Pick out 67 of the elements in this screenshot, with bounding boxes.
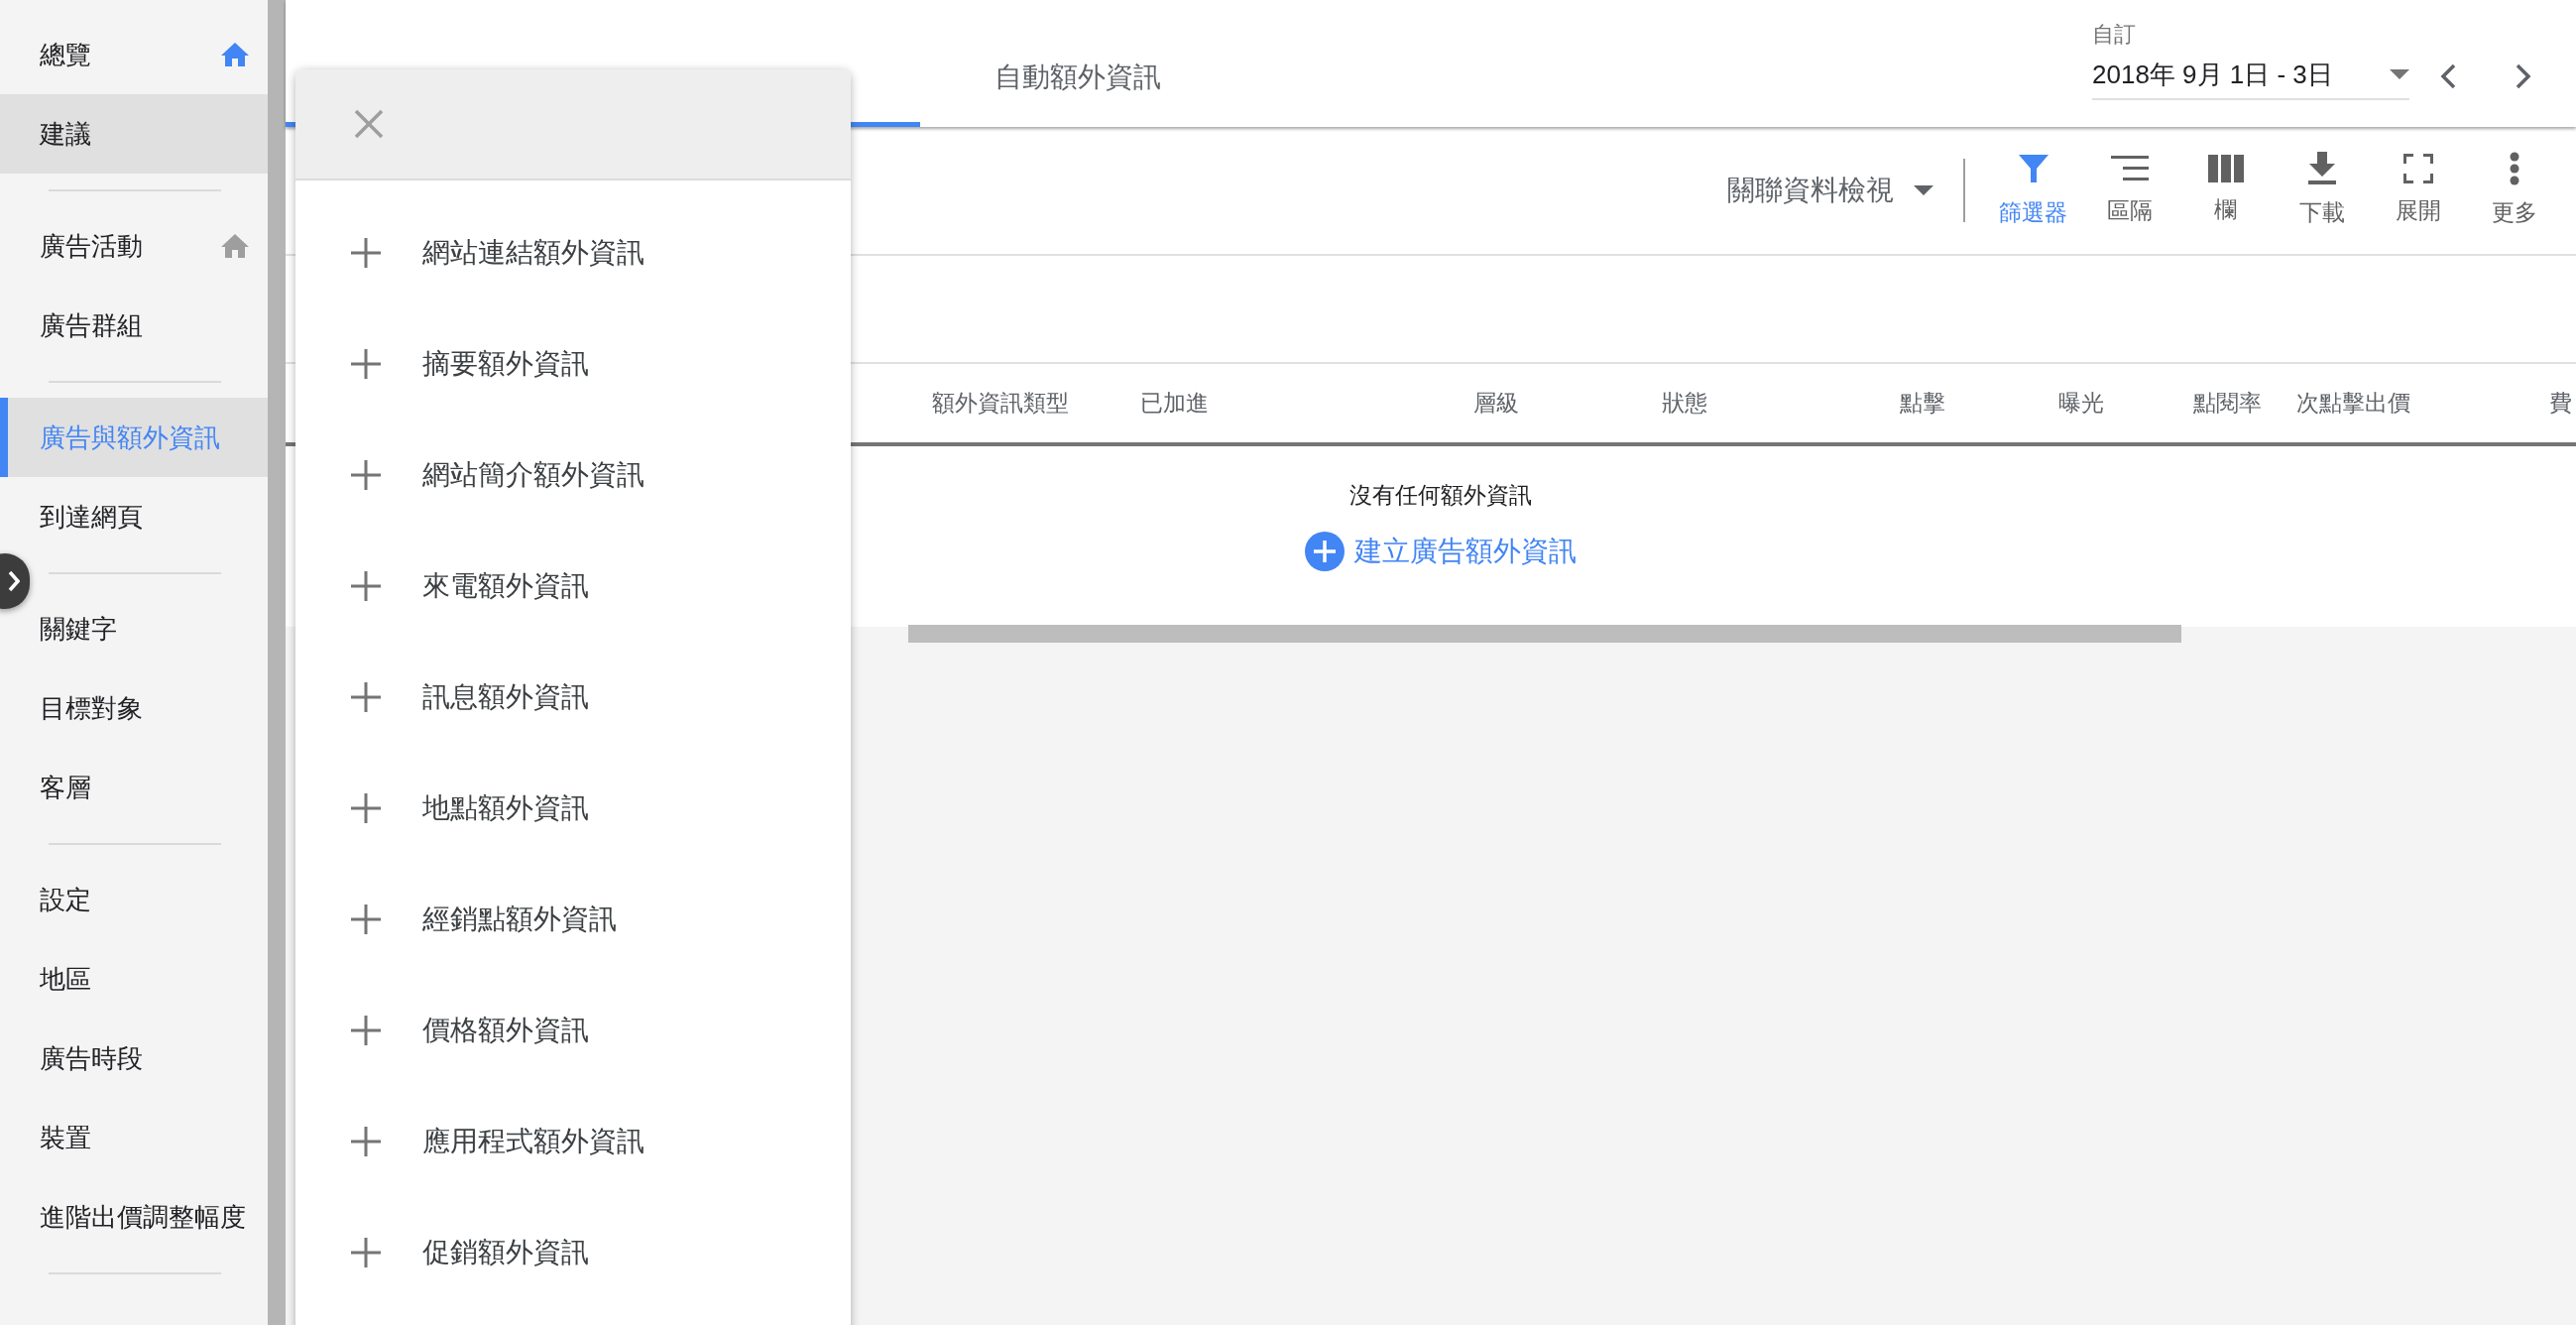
view-selector[interactable]: 關聯資料檢視 xyxy=(1727,170,1933,211)
menu-item[interactable]: 訊息額外資訊 xyxy=(295,642,851,753)
empty-message: 沒有任何額外資訊 xyxy=(1349,481,1532,510)
column-header: 點擊 xyxy=(1900,389,1946,419)
tab[interactable]: 自動額外資訊 xyxy=(920,0,1235,127)
chevron-right-icon xyxy=(8,570,20,592)
sidebar-item[interactable]: 總覽 xyxy=(0,15,268,94)
plus-icon xyxy=(351,904,381,934)
menu-item[interactable]: 來電額外資訊 xyxy=(295,531,851,642)
toolbar-button[interactable]: 下載 xyxy=(2274,141,2370,240)
scrollbar[interactable] xyxy=(908,625,2181,643)
sidebar-item[interactable]: 廣告群組 xyxy=(0,286,268,365)
plus-icon xyxy=(351,1016,381,1045)
plus-icon xyxy=(351,238,381,268)
menu-item[interactable]: 網站連結額外資訊 xyxy=(295,197,851,308)
more-icon xyxy=(2509,151,2519,185)
menu-item[interactable]: 應用程式額外資訊 xyxy=(295,1086,851,1197)
toolbar-button[interactable]: 區隔 xyxy=(2081,141,2177,240)
scrollbar[interactable] xyxy=(268,0,286,1325)
menu-item[interactable]: 網站簡介額外資訊 xyxy=(295,420,851,531)
plus-icon xyxy=(351,1238,381,1267)
sidebar-item[interactable]: 到達網頁 xyxy=(0,477,268,556)
column-header: 曝光 xyxy=(2058,389,2105,419)
plus-icon xyxy=(351,793,381,823)
plus-icon xyxy=(351,571,381,601)
toolbar-button[interactable]: 展開 xyxy=(2370,141,2466,240)
menu-item[interactable]: 經銷點額外資訊 xyxy=(295,864,851,975)
lines-icon xyxy=(2110,153,2149,183)
column-header: 額外資訊類型 xyxy=(932,389,1070,419)
columns-icon xyxy=(2207,154,2244,182)
plus-icon xyxy=(351,349,381,379)
menu-item[interactable]: 價格額外資訊 xyxy=(295,975,851,1086)
plus-circle-icon xyxy=(1305,531,1345,571)
column-header: 已加進 xyxy=(1140,389,1210,419)
caret-icon xyxy=(1914,185,1933,195)
sidebar-item[interactable]: 建議 xyxy=(0,94,268,174)
close-icon xyxy=(354,109,384,139)
sidebar-item[interactable]: 關鍵字 xyxy=(0,589,268,668)
column-header: 層級 xyxy=(1473,389,1520,419)
chevron-left-icon xyxy=(2440,63,2456,89)
column-header: 次點擊出價 xyxy=(2296,389,2411,419)
create-extension-link[interactable]: 建立廣告額外資訊 xyxy=(1305,530,1577,572)
date-range-label: 自訂 xyxy=(2092,21,2137,49)
column-header: 費 xyxy=(2549,389,2573,419)
column-header: 狀態 xyxy=(1662,389,1708,419)
plus-icon xyxy=(351,1127,381,1156)
toolbar-button[interactable]: 篩選器 xyxy=(1985,141,2081,240)
sidebar-item[interactable]: 裝置 xyxy=(0,1098,268,1177)
toolbar-button[interactable]: 欄 xyxy=(2177,141,2274,240)
toolbar-button[interactable]: 更多 xyxy=(2466,141,2562,240)
sidebar-item[interactable]: 客層 xyxy=(0,748,268,827)
plus-icon xyxy=(351,682,381,712)
column-header: 點閱率 xyxy=(2193,389,2263,419)
sidebar-item[interactable]: 設定 xyxy=(0,860,268,939)
date-range-dropdown[interactable]: 2018年 9月 1日 - 3日 xyxy=(2092,51,2409,100)
chevron-right-icon xyxy=(2516,63,2531,89)
sidebar-item[interactable]: 地區 xyxy=(0,939,268,1019)
menu-item[interactable]: 地點額外資訊 xyxy=(295,753,851,864)
sidebar-item[interactable]: 廣告活動 xyxy=(0,206,268,286)
caret-icon xyxy=(2390,69,2409,79)
menu-item[interactable]: 摘要額外資訊 xyxy=(295,308,851,420)
sidebar-item[interactable]: 進階出價調整幅度 xyxy=(0,1177,268,1257)
sidebar-item[interactable]: 廣告時段 xyxy=(0,1019,268,1098)
plus-icon xyxy=(351,460,381,490)
menu-item[interactable]: 促銷額外資訊 xyxy=(295,1197,851,1308)
sidebar-item[interactable]: 目標對象 xyxy=(0,668,268,748)
fullscreen-icon xyxy=(2402,153,2433,183)
